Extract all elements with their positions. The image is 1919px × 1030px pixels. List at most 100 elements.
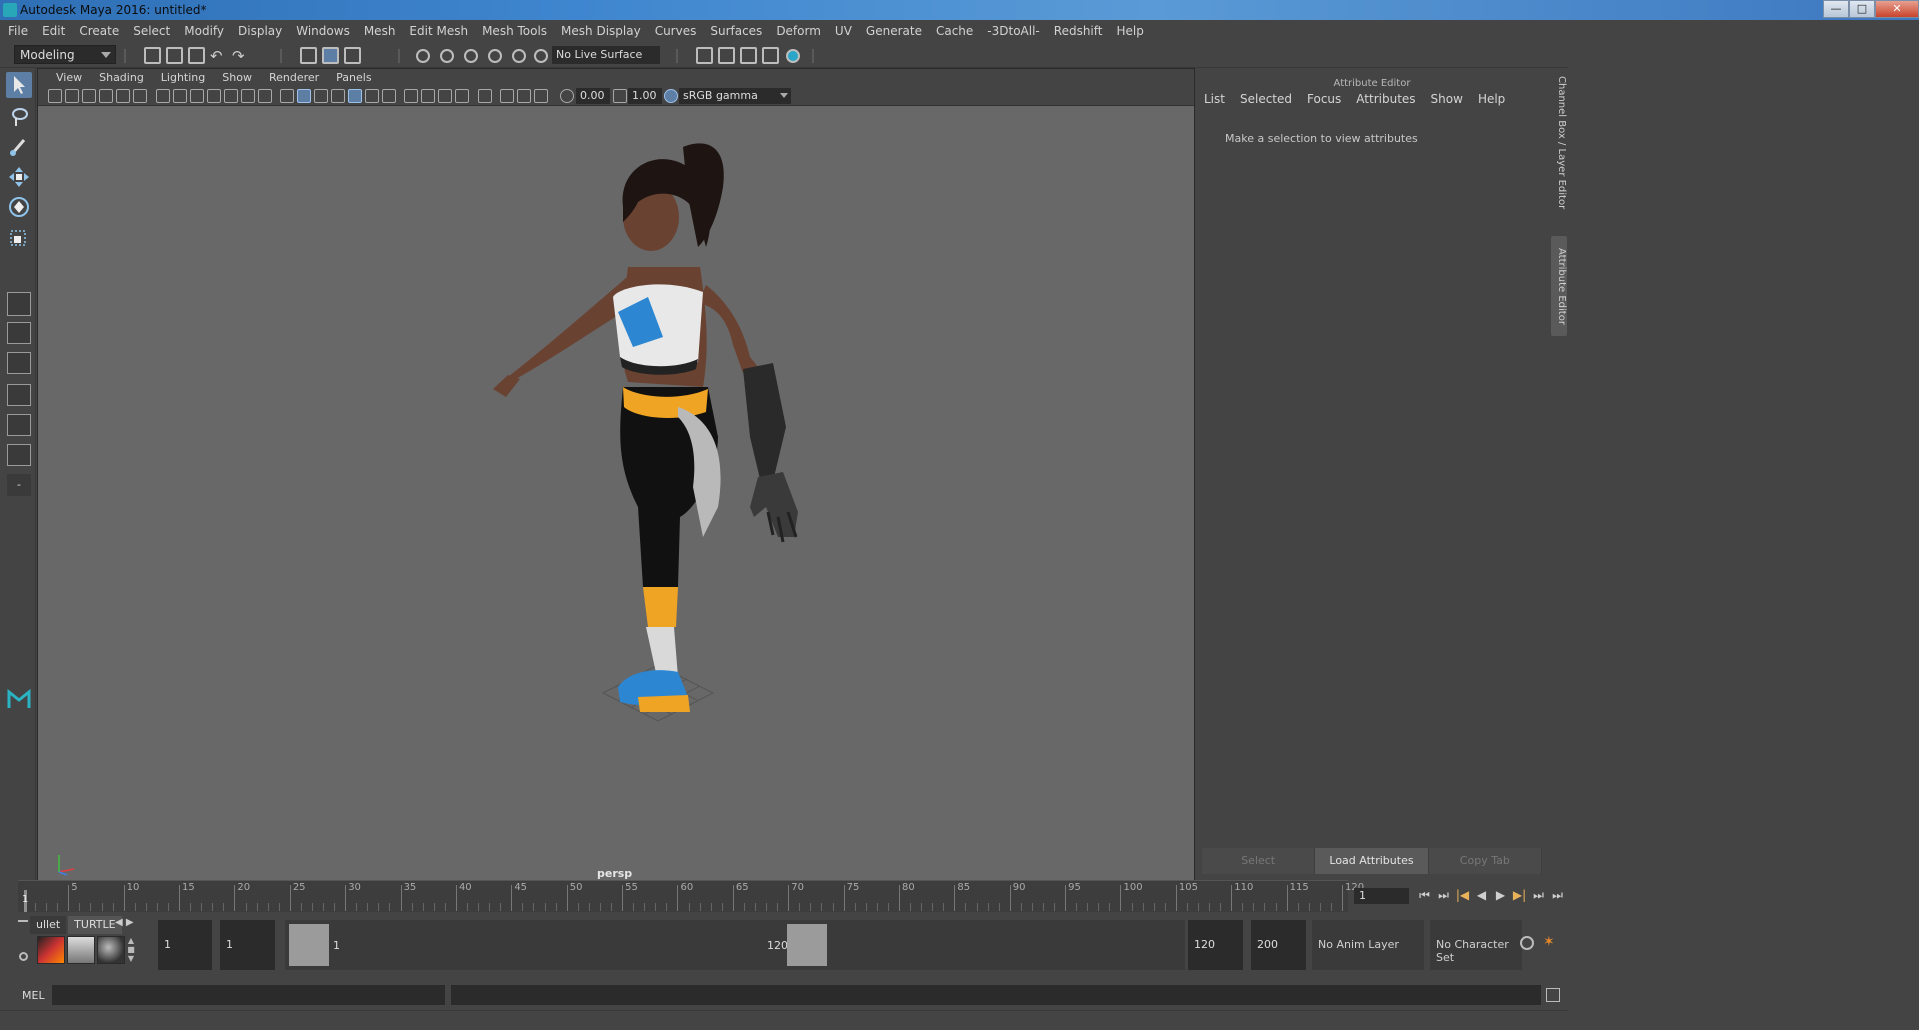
mel-label[interactable]: MEL xyxy=(22,989,45,1002)
character-model[interactable] xyxy=(38,107,1194,880)
view-transform-dropdown[interactable]: sRGB gamma xyxy=(679,88,791,104)
shelf-menu-icon[interactable] xyxy=(18,920,28,930)
single-view-layout-icon[interactable] xyxy=(7,292,31,316)
turtle-surface-icon[interactable] xyxy=(97,936,125,964)
animation-start-field[interactable]: 1 xyxy=(158,920,212,970)
menu-uv[interactable]: UV xyxy=(835,24,852,38)
attribute-editor-tab[interactable]: Attribute Editor xyxy=(1551,236,1567,336)
outliner-graph-layout-icon[interactable] xyxy=(7,444,31,466)
isolate-select-icon[interactable] xyxy=(478,89,492,103)
ae-menu-attributes[interactable]: Attributes xyxy=(1356,92,1415,106)
character-set-dropdown[interactable]: No Character Set xyxy=(1430,920,1522,970)
ae-select-button[interactable]: Select xyxy=(1202,848,1316,874)
menu-deform[interactable]: Deform xyxy=(776,24,821,38)
grease-pencil-icon[interactable] xyxy=(133,89,147,103)
rotate-tool-icon[interactable] xyxy=(6,194,32,220)
exposure-icon[interactable] xyxy=(560,89,574,103)
shelf-scrollbar[interactable]: ▲ ■ ▼ xyxy=(125,936,137,964)
snap-grid-icon[interactable] xyxy=(416,49,430,63)
camera-icon[interactable] xyxy=(48,89,62,103)
snap-to-projected-center-icon[interactable] xyxy=(534,49,548,63)
depth-of-field-icon[interactable] xyxy=(455,89,469,103)
render-current-frame-icon[interactable] xyxy=(740,47,757,64)
save-scene-icon[interactable] xyxy=(188,47,205,64)
range-start-handle[interactable] xyxy=(289,924,329,966)
menu-file[interactable]: File xyxy=(8,24,28,38)
select-by-object-icon[interactable] xyxy=(322,47,339,64)
bookmark-icon[interactable] xyxy=(82,89,96,103)
film-gate-icon[interactable] xyxy=(173,89,187,103)
current-frame-field[interactable]: 1 xyxy=(1354,888,1409,904)
resolution-gate-icon[interactable] xyxy=(190,89,204,103)
render-view-icon[interactable] xyxy=(718,47,735,64)
viewport-menu-lighting[interactable]: Lighting xyxy=(161,71,205,84)
playback-end-field[interactable]: 120 xyxy=(1188,920,1243,970)
viewport-canvas[interactable]: persp xyxy=(38,107,1194,880)
menu-cache[interactable]: Cache xyxy=(936,24,973,38)
lasso-tool-icon[interactable] xyxy=(6,104,32,130)
menu-mesh[interactable]: Mesh xyxy=(364,24,396,38)
play-forwards-icon[interactable]: ▶ xyxy=(1492,887,1509,903)
viewport-menu-shading[interactable]: Shading xyxy=(99,71,144,84)
channel-box-tab[interactable]: Channel Box / Layer Editor xyxy=(1551,68,1567,218)
viewport-menu-view[interactable]: View xyxy=(56,71,82,84)
minimize-button[interactable]: — xyxy=(1823,0,1849,18)
wireframe-icon[interactable] xyxy=(280,89,294,103)
menu-select[interactable]: Select xyxy=(133,24,170,38)
time-slider-track[interactable]: 5 10 15 20 25 30 35 40 45 50 55 60 65 70 75 80 85 90 95 100… xyxy=(18,880,1364,912)
xray-joints-icon[interactable] xyxy=(534,89,548,103)
go-to-end-icon[interactable]: ⏭ xyxy=(1549,887,1566,903)
select-by-hierarchy-icon[interactable] xyxy=(300,47,317,64)
menu-set-dropdown[interactable]: Modeling xyxy=(14,45,116,64)
textured-icon[interactable] xyxy=(348,89,362,103)
hypershade-icon[interactable] xyxy=(786,49,800,63)
viewport-menu-show[interactable]: Show xyxy=(222,71,252,84)
turtle-render-icon[interactable] xyxy=(37,936,65,964)
gate-mask-icon[interactable] xyxy=(207,89,221,103)
menu-redshift[interactable]: Redshift xyxy=(1054,24,1103,38)
play-backwards-icon[interactable]: ◀ xyxy=(1473,887,1490,903)
snap-view-plane-icon[interactable] xyxy=(488,49,502,63)
exposure-field[interactable]: 0.00 xyxy=(576,88,610,104)
menu-3dtoall[interactable]: -3DtoAll- xyxy=(987,24,1039,38)
menu-curves[interactable]: Curves xyxy=(655,24,697,38)
redo-icon[interactable]: ↷ xyxy=(232,47,249,65)
live-surface-field[interactable]: No Live Surface xyxy=(552,46,660,64)
open-scene-icon[interactable] xyxy=(166,47,183,64)
xray-active-components-icon[interactable] xyxy=(517,89,531,103)
menu-create[interactable]: Create xyxy=(79,24,119,38)
maximize-button[interactable]: □ xyxy=(1849,0,1875,18)
ae-menu-show[interactable]: Show xyxy=(1431,92,1463,106)
anim-layer-dropdown[interactable]: No Anim Layer xyxy=(1312,920,1424,970)
menu-mesh-display[interactable]: Mesh Display xyxy=(561,24,641,38)
toggle-layout-icon[interactable]: - xyxy=(7,474,31,496)
animation-end-field[interactable]: 200 xyxy=(1251,920,1306,970)
shadows-icon[interactable] xyxy=(382,89,396,103)
grid-icon[interactable] xyxy=(156,89,170,103)
safe-title-icon[interactable] xyxy=(258,89,272,103)
scale-tool-icon[interactable] xyxy=(6,224,32,250)
two-d-pan-zoom-icon[interactable] xyxy=(116,89,130,103)
four-view-layout-icon[interactable] xyxy=(7,322,31,344)
auto-key-icon[interactable] xyxy=(1520,936,1534,950)
paint-select-tool-icon[interactable] xyxy=(6,134,32,160)
turtle-bake-icon[interactable] xyxy=(67,936,95,964)
menu-surfaces[interactable]: Surfaces xyxy=(710,24,762,38)
ae-menu-focus[interactable]: Focus xyxy=(1307,92,1341,106)
persp-graph-layout-icon[interactable] xyxy=(7,384,31,406)
wireframe-on-shaded-icon[interactable] xyxy=(331,89,345,103)
menu-edit-mesh[interactable]: Edit Mesh xyxy=(409,24,468,38)
menu-modify[interactable]: Modify xyxy=(184,24,224,38)
viewport-menu-panels[interactable]: Panels xyxy=(336,71,371,84)
motion-blur-icon[interactable] xyxy=(421,89,435,103)
safe-action-icon[interactable] xyxy=(241,89,255,103)
snap-curve-icon[interactable] xyxy=(440,49,454,63)
ae-copy-tab-button[interactable]: Copy Tab xyxy=(1428,848,1542,874)
snap-point-icon[interactable] xyxy=(464,49,478,63)
mel-command-input[interactable] xyxy=(52,985,445,1005)
menu-windows[interactable]: Windows xyxy=(296,24,350,38)
side-by-side-layout-icon[interactable] xyxy=(7,352,31,374)
step-back-key-icon[interactable]: |◀ xyxy=(1454,887,1471,903)
default-material-icon[interactable] xyxy=(314,89,328,103)
shelf-tab-turtle[interactable]: TURTLE xyxy=(68,916,122,934)
